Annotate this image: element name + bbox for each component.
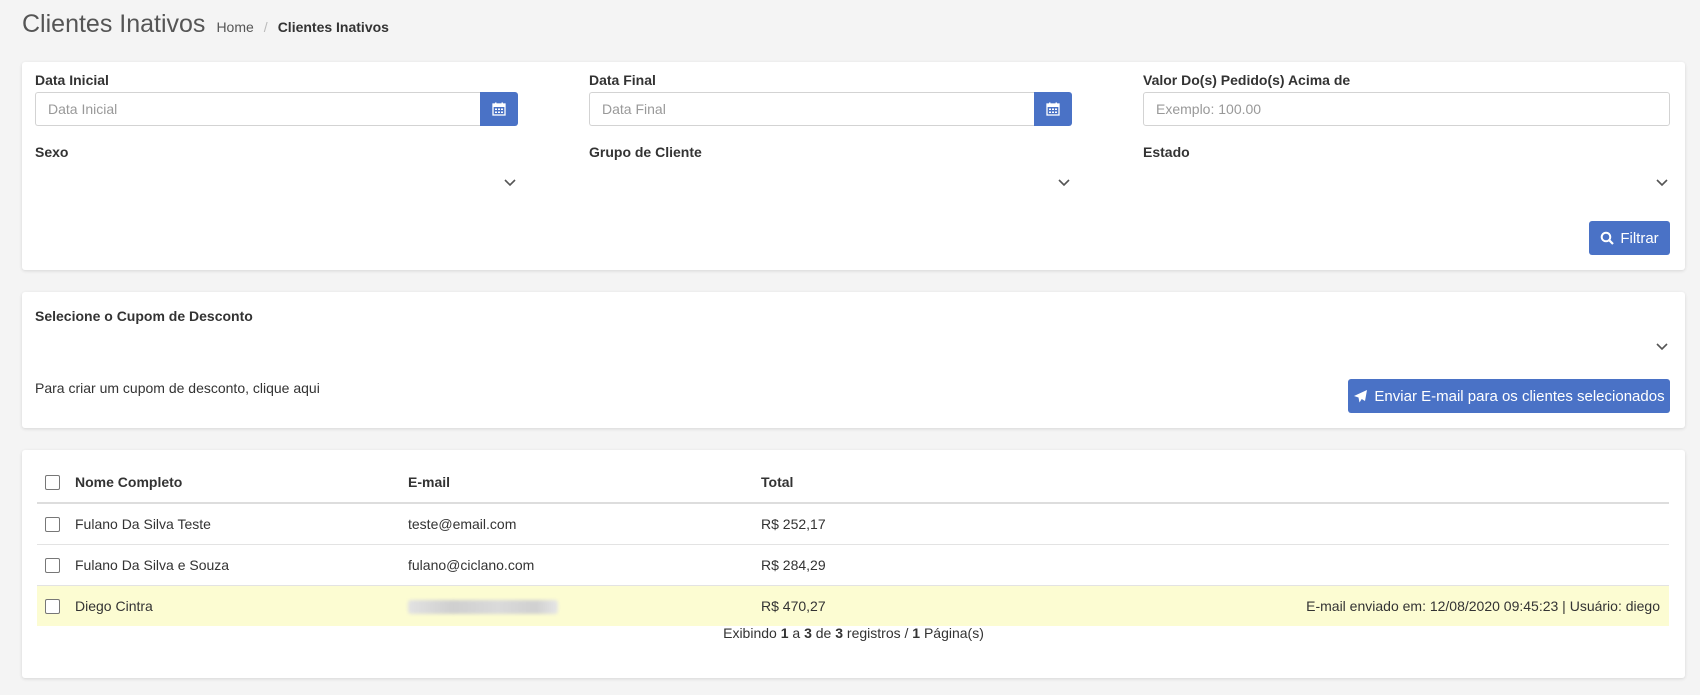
calendar-icon — [492, 102, 506, 116]
pagination-word-a: a — [792, 625, 801, 641]
start-date-calendar-button[interactable] — [480, 92, 518, 126]
pagination-pages-label: Página(s) — [923, 625, 984, 641]
min-value-group: Exemplo: 100.00 — [1143, 92, 1670, 126]
start-date-label: Data Inicial — [35, 72, 109, 88]
pagination-info: Exibindo 1 a 3 de 3 registros / 1 Página… — [22, 625, 1685, 641]
pagination-from: 1 — [780, 625, 789, 641]
redacted-email — [408, 600, 558, 615]
chevron-down-icon — [504, 179, 516, 187]
row-checkbox-cell — [37, 544, 67, 586]
row-checkbox[interactable] — [45, 599, 60, 615]
pagination-total: 3 — [835, 625, 844, 641]
create-coupon-link[interactable]: Para criar um cupom de desconto, clique … — [35, 380, 320, 396]
state-select[interactable] — [1143, 166, 1670, 200]
send-email-button-label: Enviar E-mail para os clientes seleciona… — [1374, 387, 1665, 405]
coupon-panel: Selecione o Cupom de Desconto Para criar… — [22, 292, 1685, 428]
coupon-select[interactable] — [35, 330, 1670, 364]
page-title: Clientes Inativos — [22, 10, 206, 38]
pagination-word-registros: registros / — [846, 625, 909, 641]
end-date-calendar-button[interactable] — [1034, 92, 1072, 126]
page-header: Clientes Inativos Home / Clientes Inativ… — [22, 10, 389, 39]
coupon-select-label: Selecione o Cupom de Desconto — [35, 308, 253, 324]
table-row: Fulano Da Silva e Souza fulano@ciclano.c… — [37, 544, 1669, 586]
client-status — [919, 544, 1669, 586]
row-checkbox-cell — [37, 503, 67, 545]
breadcrumb-home-link[interactable]: Home — [216, 19, 253, 35]
table-header-row: Nome Completo E-mail Total — [37, 462, 1669, 504]
min-value-input[interactable]: Exemplo: 100.00 — [1143, 92, 1670, 126]
client-total: R$ 284,29 — [753, 544, 919, 586]
breadcrumb: Home / Clientes Inativos — [216, 19, 389, 35]
breadcrumb-current: Clientes Inativos — [277, 19, 389, 35]
sex-select[interactable] — [35, 166, 518, 200]
client-email: fulano@ciclano.com — [400, 544, 753, 586]
row-checkbox-cell — [37, 585, 67, 626]
filter-panel: Data Inicial Data Inicial Data Final Dat… — [22, 62, 1685, 270]
customer-group-label: Grupo de Cliente — [589, 144, 702, 160]
page: Clientes Inativos Home / Clientes Inativ… — [0, 0, 1700, 695]
client-email-redacted — [400, 585, 753, 626]
start-date-input[interactable]: Data Inicial — [35, 92, 480, 126]
calendar-icon — [1046, 102, 1060, 116]
pagination-prefix: Exibindo — [723, 625, 777, 641]
column-header-email[interactable]: E-mail — [400, 462, 753, 504]
filter-button-label: Filtrar — [1620, 229, 1659, 247]
client-total: R$ 470,27 — [753, 585, 919, 626]
pagination-pages: 1 — [912, 625, 921, 641]
sex-label: Sexo — [35, 144, 69, 160]
client-status: E-mail enviado em: 12/08/2020 09:45:23 |… — [919, 585, 1669, 626]
chevron-down-icon — [1058, 179, 1070, 187]
end-date-input[interactable]: Data Final — [589, 92, 1034, 126]
client-status — [919, 503, 1669, 545]
client-total: R$ 252,17 — [753, 503, 919, 545]
row-checkbox[interactable] — [45, 517, 60, 533]
column-header-total[interactable]: Total — [753, 462, 919, 504]
select-all-cell — [37, 462, 67, 504]
client-email: teste@email.com — [400, 503, 753, 545]
column-header-name[interactable]: Nome Completo — [67, 462, 400, 504]
chevron-down-icon — [1656, 179, 1668, 187]
send-email-button[interactable]: Enviar E-mail para os clientes seleciona… — [1348, 379, 1670, 413]
filter-button[interactable]: Filtrar — [1589, 221, 1670, 255]
client-name: Fulano Da Silva Teste — [67, 503, 400, 545]
select-all-checkbox[interactable] — [45, 475, 60, 491]
paper-plane-icon — [1354, 389, 1368, 402]
table-row: Diego Cintra R$ 470,27 E-mail enviado em… — [37, 585, 1669, 626]
chevron-down-icon — [1656, 343, 1668, 351]
clients-table: Nome Completo E-mail Total Fulano Da Sil… — [37, 462, 1669, 626]
client-name: Fulano Da Silva e Souza — [67, 544, 400, 586]
table-row: Fulano Da Silva Teste teste@email.com R$… — [37, 503, 1669, 545]
client-name: Diego Cintra — [67, 585, 400, 626]
end-date-group: Data Final — [589, 92, 1072, 126]
breadcrumb-separator: / — [263, 19, 268, 35]
end-date-label: Data Final — [589, 72, 656, 88]
pagination-word-de: de — [815, 625, 832, 641]
column-header-status — [919, 462, 1669, 504]
row-checkbox[interactable] — [45, 558, 60, 574]
search-icon — [1601, 231, 1615, 245]
clients-table-panel: Nome Completo E-mail Total Fulano Da Sil… — [22, 450, 1685, 678]
state-label: Estado — [1143, 144, 1190, 160]
start-date-group: Data Inicial — [35, 92, 518, 126]
pagination-to: 3 — [804, 625, 812, 641]
customer-group-select[interactable] — [589, 166, 1072, 200]
min-value-label: Valor Do(s) Pedido(s) Acima de — [1143, 72, 1351, 88]
